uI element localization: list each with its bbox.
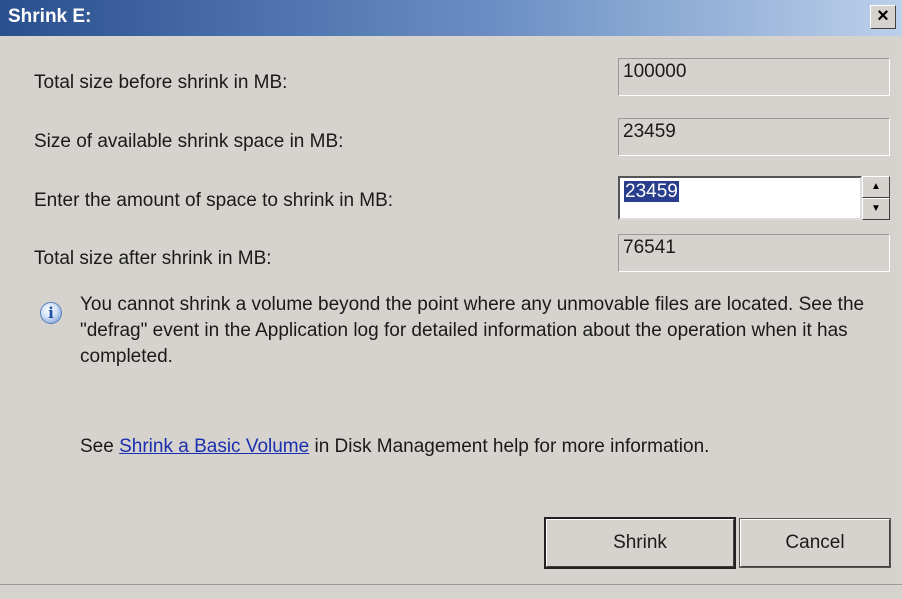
help-link[interactable]: Shrink a Basic Volume: [119, 436, 309, 457]
label-total-size-after: Total size after shrink in MB:: [34, 248, 272, 269]
dialog-bottom-edge: [0, 584, 902, 599]
label-available-shrink-space: Size of available shrink space in MB:: [34, 131, 344, 152]
shrink-amount-input[interactable]: 23459: [618, 176, 862, 220]
help-line: See Shrink a Basic Volume in Disk Manage…: [80, 436, 709, 458]
cancel-button[interactable]: Cancel: [739, 518, 891, 568]
spin-up-button[interactable]: ▲: [862, 176, 890, 198]
field-total-size-before: 100000: [618, 58, 890, 96]
field-available-shrink-space: 23459: [618, 118, 890, 156]
info-message: You cannot shrink a volume beyond the po…: [80, 294, 865, 367]
shrink-button[interactable]: Shrink: [544, 517, 736, 569]
info-icon: i: [40, 302, 62, 324]
field-total-size-after: 76541: [618, 234, 890, 272]
spin-down-button[interactable]: ▼: [862, 198, 890, 220]
shrink-amount-value: 23459: [624, 181, 679, 202]
help-prefix: See: [80, 436, 120, 457]
close-button[interactable]: ×: [870, 5, 896, 29]
help-suffix: in Disk Management help for more informa…: [309, 436, 710, 457]
shrink-amount-spinner: ▲ ▼: [862, 176, 890, 220]
label-shrink-amount: Enter the amount of space to shrink in M…: [34, 190, 394, 211]
title-bar: Shrink E: ×: [0, 0, 902, 36]
window-title: Shrink E:: [8, 6, 92, 27]
label-total-size-before: Total size before shrink in MB:: [34, 72, 288, 93]
